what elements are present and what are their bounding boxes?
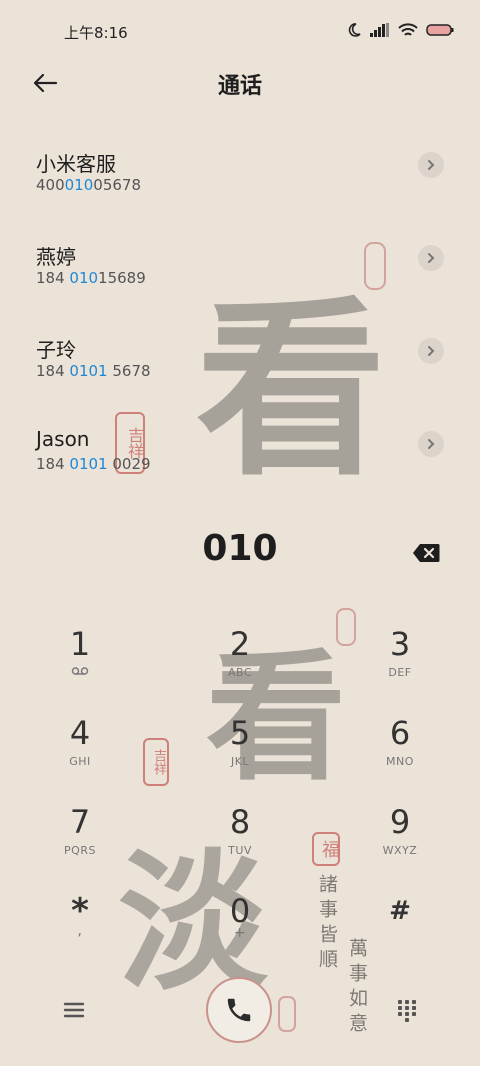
chevron-right-icon [428, 346, 435, 356]
menu-button[interactable] [60, 996, 88, 1024]
backspace-button[interactable] [412, 543, 440, 563]
status-icons [346, 22, 454, 38]
dialpad-grid-icon [398, 1000, 416, 1022]
dial-key-star[interactable]: * , [20, 891, 140, 971]
chevron-right-icon [428, 253, 435, 263]
dial-key-hash[interactable]: # [340, 891, 460, 971]
contact-details-button[interactable] [418, 245, 444, 271]
call-button[interactable] [206, 977, 272, 1043]
dial-key-6[interactable]: 6 MNO [340, 713, 460, 793]
contact-item[interactable]: 小米客服 40001005678 [36, 148, 444, 218]
wallpaper-verse: 諸事皆順 [316, 874, 338, 974]
voicemail-icon [20, 666, 140, 679]
contact-number: 184 01015689 [36, 269, 146, 287]
hamburger-menu-icon [63, 1002, 85, 1018]
phone-icon [227, 998, 251, 1022]
signal-icon [370, 23, 390, 37]
dial-key-1[interactable]: 1 [20, 624, 140, 704]
contact-item[interactable]: 燕婷 184 01015689 [36, 241, 444, 311]
dial-key-5[interactable]: 5 JKL [180, 713, 300, 793]
status-time: 上午8:16 [64, 24, 128, 42]
contact-name: 燕婷 [36, 245, 76, 269]
contact-details-button[interactable] [418, 338, 444, 364]
chevron-right-icon [428, 160, 435, 170]
contact-details-button[interactable] [418, 152, 444, 178]
moon-icon [346, 22, 362, 38]
dial-key-3[interactable]: 3 DEF [340, 624, 460, 704]
dialed-number-display: 010 [202, 528, 278, 569]
contact-name: 子玲 [36, 338, 76, 362]
chevron-right-icon [428, 439, 435, 449]
dial-key-7[interactable]: 7 PQRS [20, 802, 140, 882]
contact-number: 40001005678 [36, 176, 141, 194]
contact-name: Jason [36, 427, 90, 451]
contact-details-button[interactable] [418, 431, 444, 457]
backspace-icon [413, 544, 440, 562]
dial-key-4[interactable]: 4 GHI [20, 713, 140, 793]
contact-item[interactable]: 子玲 184 0101 5678 [36, 334, 444, 404]
dial-key-9[interactable]: 9 WXYZ [340, 802, 460, 882]
dial-key-0[interactable]: 0 + [180, 891, 300, 971]
wallpaper-seal-oval [278, 996, 296, 1032]
wallpaper-seal: 福 [312, 832, 340, 866]
wallpaper-seal: 吉祥 [143, 738, 169, 786]
wifi-icon [398, 22, 418, 38]
contact-number: 184 0101 5678 [36, 362, 151, 380]
contact-number: 184 0101 0029 [36, 455, 151, 473]
dial-key-2[interactable]: 2 ABC [180, 624, 300, 704]
page-title: 通话 [217, 74, 262, 99]
dialpad-toggle-button[interactable] [393, 996, 421, 1024]
contact-item[interactable]: Jason 184 0101 0029 [36, 427, 444, 497]
dial-key-8[interactable]: 8 TUV [180, 802, 300, 882]
battery-icon [426, 23, 454, 37]
contact-name: 小米客服 [36, 152, 116, 176]
